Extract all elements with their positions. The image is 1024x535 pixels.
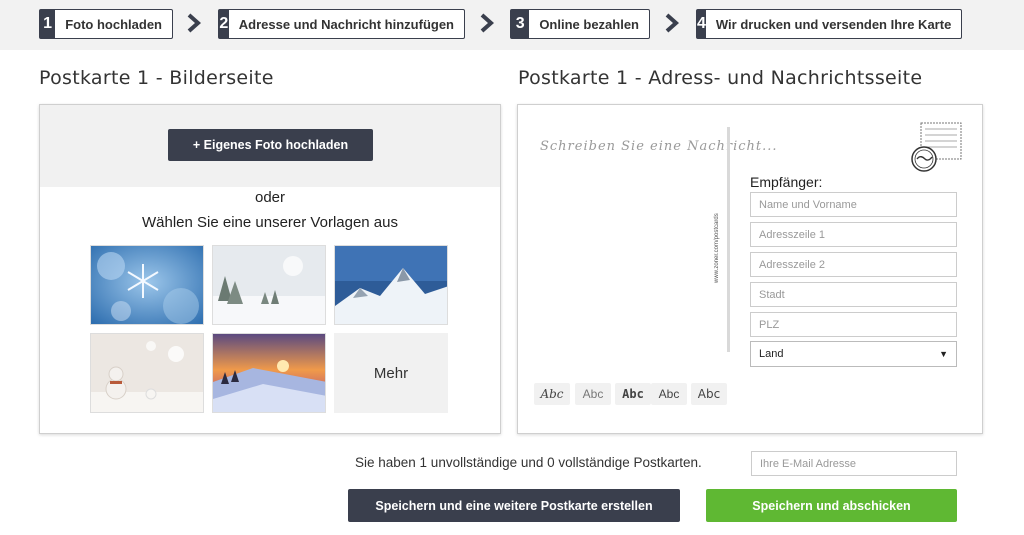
step-4[interactable]: 4 Wir drucken und versenden Ihre Karte <box>696 9 962 39</box>
step-label: Foto hochladen <box>65 16 162 32</box>
template-snowy-mountains[interactable] <box>334 245 448 325</box>
font-option-5[interactable]: Abc <box>691 383 727 405</box>
step-number: 1 <box>40 10 56 38</box>
message-input[interactable]: Schreiben Sie eine Nachricht... <box>540 139 778 154</box>
template-winter-sunset[interactable] <box>212 333 326 413</box>
name-field[interactable]: Name und Vorname <box>750 192 957 217</box>
step-label: Adresse und Nachricht hinzufügen <box>238 16 454 32</box>
step-label: Wir drucken und versenden Ihre Karte <box>715 16 952 32</box>
image-side-title: Postkarte 1 - Bilderseite <box>39 67 274 89</box>
card-divider <box>727 127 730 352</box>
address-side-panel: Schreiben Sie eine Nachricht... www.zone… <box>517 104 983 434</box>
address-side-title: Postkarte 1 - Adress- und Nachrichtsseit… <box>518 67 923 89</box>
step-3[interactable]: 3 Online bezahlen <box>510 9 650 39</box>
image-side-panel: + Eigenes Foto hochladen oder Wählen Sie… <box>39 104 501 434</box>
template-snowman[interactable] <box>90 333 204 413</box>
font-option-3[interactable]: Abc <box>615 383 651 405</box>
chevron-right-icon <box>665 13 679 33</box>
step-number: 3 <box>511 10 530 38</box>
chevron-right-icon <box>187 13 201 33</box>
postage-stamp-icon <box>911 122 962 172</box>
dropdown-arrow-icon: ▼ <box>939 349 948 359</box>
font-option-1[interactable]: Abc <box>534 383 570 405</box>
choose-template-text: Wählen Sie eine unserer Vorlagen aus <box>142 214 398 231</box>
step-number: 4 <box>697 10 706 38</box>
postcard-status-text: Sie haben 1 unvollständige und 0 vollstä… <box>355 455 702 470</box>
font-option-4[interactable]: Abc <box>651 383 687 405</box>
step-label: Online bezahlen <box>539 16 639 32</box>
step-number: 2 <box>219 10 229 38</box>
address-line2-field[interactable]: Adresszeile 2 <box>750 252 957 277</box>
postcard-url-text: www.zoner.com/postcards <box>714 213 720 283</box>
zip-field[interactable]: PLZ <box>750 312 957 337</box>
more-templates-button[interactable]: Mehr <box>334 333 448 413</box>
country-select-value: Land <box>759 348 784 360</box>
upload-photo-button[interactable]: + Eigenes Foto hochladen <box>168 129 373 161</box>
save-and-send-button[interactable]: Speichern und abschicken <box>706 489 957 522</box>
steps-bar: 1 Foto hochladen 2 Adresse und Nachricht… <box>0 0 1024 50</box>
country-select[interactable]: Land ▼ <box>750 341 957 367</box>
font-option-2[interactable]: Abc <box>575 383 611 405</box>
template-snowflake[interactable] <box>90 245 204 325</box>
or-text: oder <box>254 189 286 206</box>
city-field[interactable]: Stadt <box>750 282 957 307</box>
template-snowy-forest[interactable] <box>212 245 326 325</box>
step-2[interactable]: 2 Adresse und Nachricht hinzufügen <box>218 9 465 39</box>
save-and-create-another-button[interactable]: Speichern und eine weitere Postkarte ers… <box>348 489 680 522</box>
email-field[interactable]: Ihre E-Mail Adresse <box>751 451 957 476</box>
step-1[interactable]: 1 Foto hochladen <box>39 9 173 39</box>
address-line1-field[interactable]: Adresszeile 1 <box>750 222 957 247</box>
chevron-right-icon <box>480 13 494 33</box>
recipient-label: Empfänger: <box>750 174 823 190</box>
upload-area: + Eigenes Foto hochladen <box>40 105 500 187</box>
